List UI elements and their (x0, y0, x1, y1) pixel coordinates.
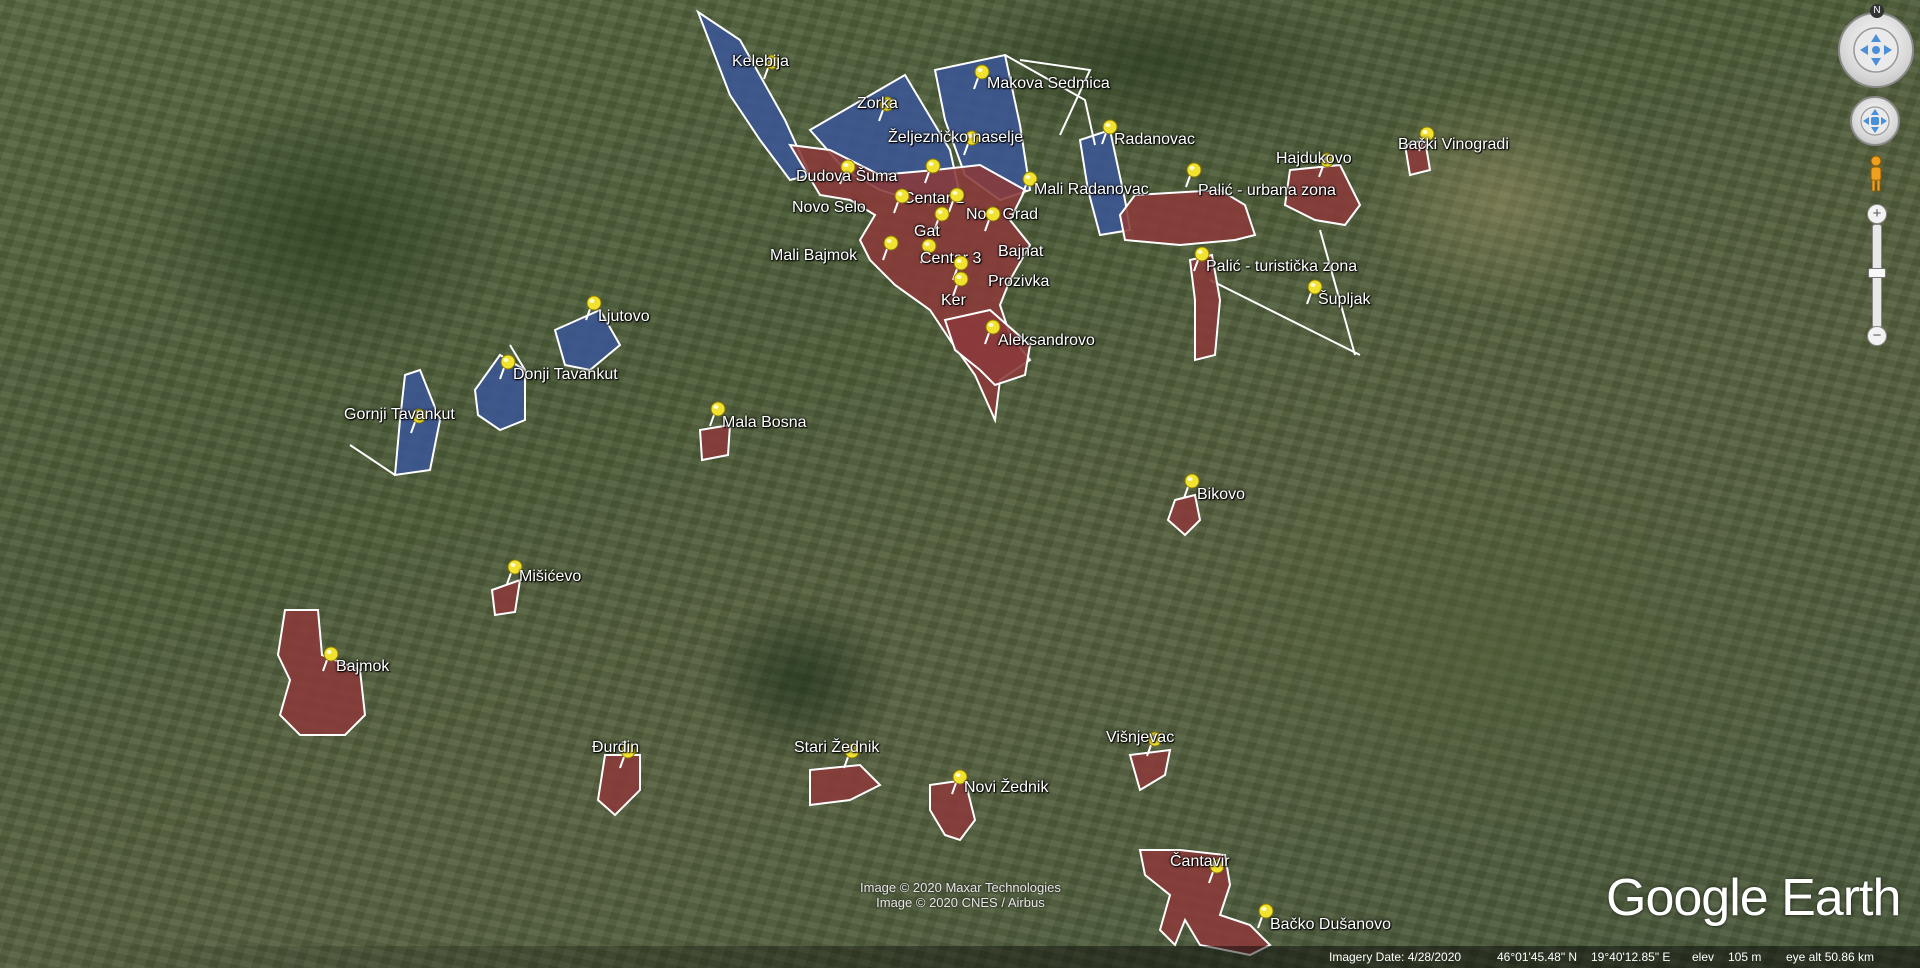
place-label[interactable]: Zorka (857, 95, 898, 113)
place-label[interactable]: Čantavir (1170, 853, 1230, 871)
compass-north-marker: N (1870, 4, 1884, 18)
compass-ring[interactable] (1838, 12, 1914, 88)
place-label[interactable]: Aleksandrovo (998, 332, 1095, 350)
status-bar: Imagery Date: 4/28/2020 46°01'45.48" N 1… (0, 946, 1920, 968)
eye-altitude-readout: eye alt 50.86 km (1786, 950, 1875, 964)
place-label[interactable]: Mišićevo (519, 568, 581, 586)
google-earth-logo: Google Earth (1606, 869, 1901, 927)
place-label[interactable]: Prozivka (988, 273, 1049, 291)
place-label[interactable]: Kelebija (732, 53, 789, 71)
place-label[interactable]: Palić - turistička zona (1206, 258, 1357, 276)
zone-misicevo[interactable] (490, 578, 522, 617)
place-label[interactable]: Palić - urbana zona (1198, 182, 1336, 200)
place-label[interactable]: Ljutovo (598, 308, 650, 326)
pushpin-icon[interactable] (878, 235, 900, 261)
place-label[interactable]: Radanovac (1114, 131, 1195, 149)
zoom-slider-handle[interactable] (1868, 268, 1886, 278)
place-label[interactable]: Hajdukovo (1276, 150, 1352, 168)
place-label[interactable]: Đurđin (592, 739, 639, 757)
attribution-line: Image © 2020 CNES / Airbus (876, 895, 1045, 910)
place-label[interactable]: Makova Sedmica (987, 75, 1110, 93)
place-label[interactable]: Gornji Tavankut (344, 406, 455, 424)
longitude-readout: 19°40'12.85" E (1591, 950, 1671, 964)
place-label[interactable]: Stari Žednik (794, 739, 879, 757)
imagery-date: Imagery Date: 4/28/2020 (1329, 950, 1462, 964)
zoom-in-button[interactable]: + (1867, 204, 1887, 224)
place-label[interactable]: Mala Bosna (722, 414, 807, 432)
pushpin-icon[interactable] (889, 188, 911, 214)
zoom-out-button[interactable]: − (1867, 326, 1887, 346)
place-label[interactable]: Novi Grad (966, 206, 1038, 224)
pegman-icon (1870, 155, 1882, 192)
place-label[interactable]: Bački Vinogradi (1398, 136, 1509, 154)
attribution-line: Image © 2020 Maxar Technologies (860, 880, 1061, 895)
pushpin-icon[interactable] (980, 206, 1002, 232)
place-label[interactable]: Bajmok (336, 658, 389, 676)
place-label[interactable]: Novo Selo (792, 199, 866, 217)
latitude-readout: 46°01'45.48" N (1497, 950, 1578, 964)
place-label[interactable]: Novi Žednik (964, 779, 1048, 797)
zone-stari-zednik[interactable] (809, 763, 882, 807)
place-label[interactable]: Dudova Šuma (796, 168, 897, 186)
place-label[interactable]: Mali Bajmok (770, 247, 857, 265)
pushpin-icon[interactable] (920, 158, 942, 184)
elevation-readout: 105 m (1728, 950, 1762, 964)
move-control[interactable] (1850, 96, 1900, 146)
place-label[interactable]: Šupljak (1318, 291, 1370, 309)
place-label[interactable]: Ker (941, 292, 966, 310)
zone-bikovo[interactable] (1166, 493, 1202, 537)
place-label[interactable]: Višnjevac (1106, 729, 1174, 747)
place-label[interactable]: Mali Radanovac (1034, 181, 1149, 199)
place-label[interactable]: Bajnat (998, 243, 1043, 261)
hand-move-icon (1860, 106, 1890, 136)
street-view-pegman[interactable] (1866, 154, 1886, 194)
place-label[interactable]: Donji Tavankut (513, 366, 618, 384)
place-label[interactable]: Željezničko naselje (888, 129, 1023, 147)
place-label[interactable]: Bikovo (1197, 486, 1245, 504)
place-label[interactable]: Bačko Dušanovo (1270, 916, 1391, 934)
imagery-attribution: Image © 2020 Maxar Technologies Image © … (860, 880, 1061, 910)
satellite-map[interactable]: Kelebija Zorka Makova Sedmica Željezničko n… (0, 0, 1920, 968)
look-arrows-icon (1853, 27, 1899, 73)
elevation-label: elev (1692, 950, 1715, 964)
zone-kelebija[interactable] (695, 9, 812, 182)
